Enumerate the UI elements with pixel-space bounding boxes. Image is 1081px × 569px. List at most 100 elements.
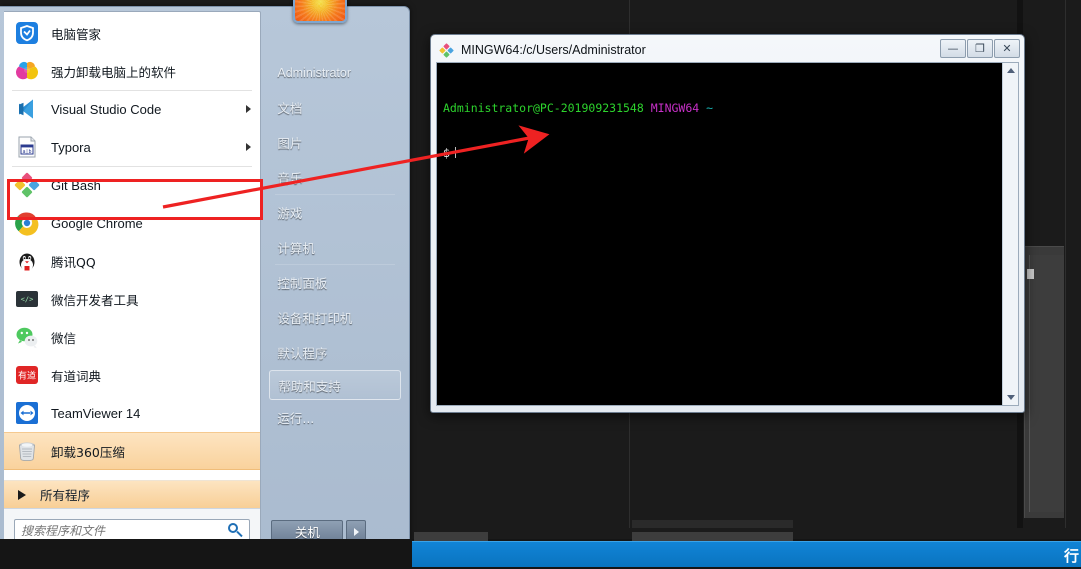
program-item-label: 微信 <box>51 330 77 346</box>
program-item-uninstall-360zip[interactable]: 卸载360压缩 <box>4 432 261 470</box>
taskbar[interactable]: 行 <box>0 532 1081 569</box>
terminal-title: MINGW64:/c/Users/Administrator <box>461 43 646 57</box>
close-button[interactable]: ✕ <box>994 39 1020 58</box>
wechat-devtools-icon: </> <box>14 286 40 312</box>
place-item-run[interactable]: 运行... <box>261 400 409 435</box>
place-item-label: 默认程序 <box>277 346 328 361</box>
svg-text:有道: 有道 <box>18 370 36 382</box>
terminal-scrollbar[interactable] <box>1002 63 1018 405</box>
program-item-uninstaller[interactable]: 强力卸载电脑上的软件 <box>4 52 260 90</box>
program-list: 电脑管家 强力卸载电脑上的软件 Visual Studio Code a|b T… <box>4 12 261 480</box>
program-item-typora[interactable]: a|b Typora <box>4 128 260 166</box>
program-item-label: 卸载360压缩 <box>51 444 125 460</box>
maximize-icon: ❐ <box>975 42 985 55</box>
taskbar-segment <box>632 532 793 541</box>
prompt-shell: MINGW64 <box>650 101 700 115</box>
place-item-label: 文档 <box>277 101 303 116</box>
uninstaller-icon <box>14 58 40 84</box>
place-item-default-programs[interactable]: 默认程序 <box>261 335 409 370</box>
chrome-icon <box>14 210 40 236</box>
program-item-teamviewer[interactable]: TeamViewer 14 <box>4 394 260 432</box>
text-cursor <box>454 147 456 158</box>
place-item-games[interactable]: 游戏 <box>261 195 409 230</box>
program-item-label: 微信开发者工具 <box>51 292 139 308</box>
all-programs-button[interactable]: 所有程序 <box>4 480 261 508</box>
typora-icon: a|b <box>14 134 40 160</box>
place-item-music[interactable]: 音乐 <box>261 160 409 195</box>
taskbar-edge-label: 行 <box>1063 547 1079 565</box>
program-item-label: Git Bash <box>51 177 101 193</box>
wallpaper-line-2 <box>1065 0 1066 528</box>
close-icon: ✕ <box>1002 42 1012 55</box>
minimize-button[interactable]: — <box>940 39 966 58</box>
all-programs-label: 所有程序 <box>40 488 91 503</box>
program-item-label: Visual Studio Code <box>51 101 162 117</box>
place-item-label: 运行... <box>277 411 315 426</box>
program-item-vscode[interactable]: Visual Studio Code <box>4 90 260 128</box>
program-item-wechat[interactable]: 微信 <box>4 318 260 356</box>
program-item-pc-manager[interactable]: 电脑管家 <box>4 14 260 52</box>
vscode-icon <box>14 96 40 122</box>
prompt-user-host: Administrator@PC-201909231548 <box>443 101 644 115</box>
start-menu-places-pane: Administrator 文档 图片 音乐 游戏 计算机 控制面板 设备和打印… <box>261 0 409 557</box>
background-window-inner <box>1029 255 1064 512</box>
program-item-git-bash[interactable]: Git Bash <box>4 166 260 204</box>
program-item-label: 腾讯QQ <box>51 254 96 270</box>
start-menu[interactable]: 电脑管家 强力卸载电脑上的软件 Visual Studio Code a|b T… <box>0 0 410 558</box>
terminal-line: $ <box>443 146 1002 161</box>
program-item-label: 电脑管家 <box>51 26 102 42</box>
place-item-label: 游戏 <box>277 206 303 221</box>
place-item-label: 帮助和支持 <box>278 378 341 394</box>
svg-text:a|b: a|b <box>22 149 31 155</box>
place-item-label: 控制面板 <box>277 276 328 291</box>
terminal-body[interactable]: Administrator@PC-201909231548 MINGW64 ~ … <box>436 62 1019 406</box>
wallpaper-band <box>632 520 793 528</box>
prompt-path: ~ <box>706 101 714 115</box>
place-item-computer[interactable]: 计算机 <box>261 230 409 265</box>
place-item-devices-and-printers[interactable]: 设备和打印机 <box>261 300 409 335</box>
search-input[interactable] <box>15 523 226 538</box>
minimize-icon: — <box>947 42 959 55</box>
place-item-help-and-support[interactable]: 帮助和支持 <box>269 370 401 400</box>
place-item-label: 计算机 <box>277 241 315 256</box>
prompt-symbol: $ <box>443 146 450 160</box>
chevron-right-icon <box>18 489 26 500</box>
scroll-down-icon[interactable] <box>1003 390 1019 405</box>
terminal-titlebar[interactable]: MINGW64:/c/Users/Administrator — ❐ ✕ <box>435 39 1020 61</box>
chevron-right-icon <box>246 143 252 151</box>
program-item-youdao-dict[interactable]: 有道 有道词典 <box>4 356 260 394</box>
place-item-documents[interactable]: 文档 <box>261 90 409 125</box>
program-item-tencent-qq[interactable]: 腾讯QQ <box>4 242 260 280</box>
start-menu-programs-pane: 电脑管家 强力卸载电脑上的软件 Visual Studio Code a|b T… <box>4 11 262 553</box>
recycle-bin-icon <box>14 438 40 464</box>
program-item-label: 有道词典 <box>51 368 102 384</box>
qq-icon <box>14 248 40 274</box>
maximize-button[interactable]: ❐ <box>967 39 993 58</box>
terminal-window[interactable]: MINGW64:/c/Users/Administrator — ❐ ✕ Adm… <box>430 34 1025 413</box>
program-item-google-chrome[interactable]: Google Chrome <box>4 204 260 242</box>
git-bash-icon <box>439 42 454 58</box>
wechat-icon <box>14 324 40 350</box>
program-item-label: Typora <box>51 139 91 155</box>
avatar-flower-icon <box>295 0 346 21</box>
svg-text:</>: </> <box>21 296 34 304</box>
search-icon[interactable] <box>225 521 245 541</box>
youdao-dict-icon: 有道 <box>14 362 40 388</box>
terminal-output[interactable]: Administrator@PC-201909231548 MINGW64 ~ … <box>437 63 1002 405</box>
background-window-edge[interactable] <box>1024 246 1064 518</box>
program-item-wechat-devtools[interactable]: </> 微信开发者工具 <box>4 280 260 318</box>
program-item-label: TeamViewer 14 <box>51 405 141 421</box>
pc-manager-icon <box>14 20 40 46</box>
place-item-control-panel[interactable]: 控制面板 <box>261 265 409 300</box>
place-item-pictures[interactable]: 图片 <box>261 125 409 160</box>
place-item-administrator[interactable]: Administrator <box>261 55 409 90</box>
taskbar-active-band[interactable]: 行 <box>412 541 1081 567</box>
place-item-label: 设备和打印机 <box>277 311 353 326</box>
background-window-handle[interactable] <box>1027 269 1034 279</box>
place-item-label: 图片 <box>277 136 303 151</box>
taskbar-segment <box>414 532 488 541</box>
place-item-label: 音乐 <box>277 171 303 186</box>
scroll-up-icon[interactable] <box>1003 63 1019 78</box>
chevron-right-icon <box>246 105 252 113</box>
user-avatar[interactable] <box>293 0 348 23</box>
